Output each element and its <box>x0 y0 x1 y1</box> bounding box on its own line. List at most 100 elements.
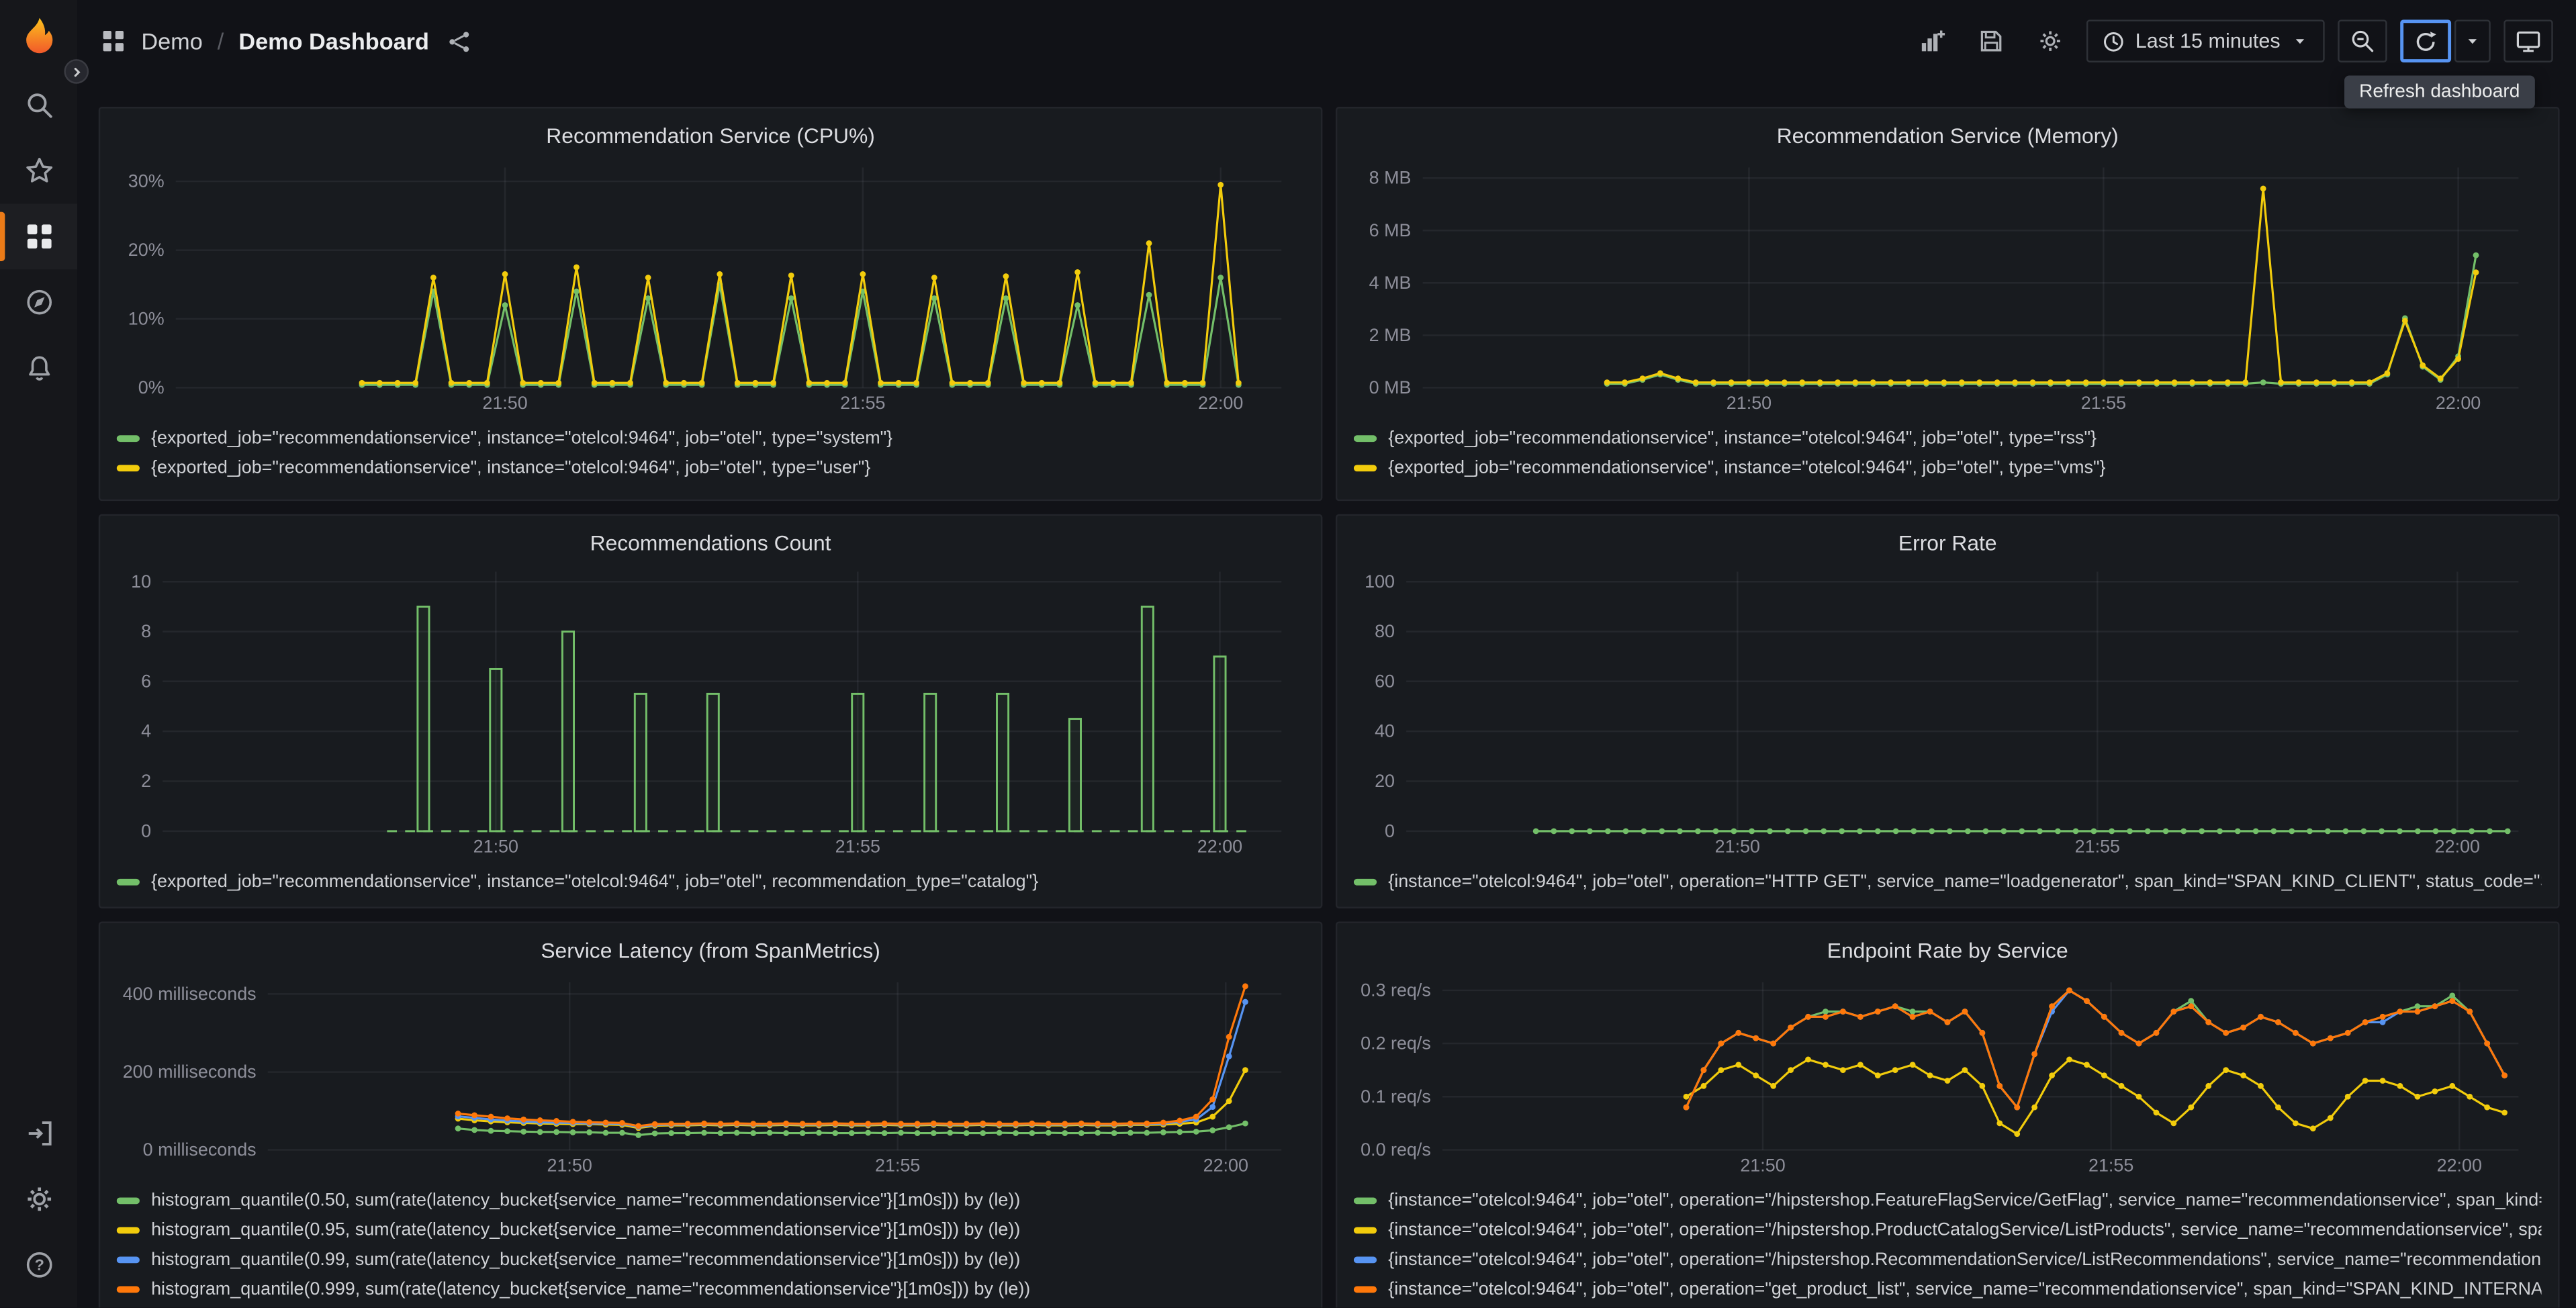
dashboard-settings-button[interactable] <box>2027 19 2073 62</box>
legend-item[interactable]: {instance="otelcol:9464", job="otel", op… <box>1353 1244 2542 1274</box>
sidebar-item-search[interactable] <box>0 73 77 138</box>
svg-text:4 MB: 4 MB <box>1369 273 1412 293</box>
panel-title[interactable]: Recommendation Service (Memory) <box>1354 118 2542 154</box>
breadcrumb-separator: / <box>217 28 224 54</box>
svg-text:21:50: 21:50 <box>1740 1154 1785 1174</box>
breadcrumb-folder[interactable]: Demo <box>141 28 202 54</box>
legend-item[interactable]: {exported_job="recommendationservice", i… <box>116 424 1305 453</box>
grafana-logo[interactable] <box>0 0 77 73</box>
sidebar-item-starred[interactable] <box>0 138 77 204</box>
legend-marker <box>116 878 140 886</box>
panel-memory: Recommendation Service (Memory) 0 MB 2 MB… <box>1335 107 2560 502</box>
legend-label: histogram_quantile(0.95, sum(rate(latenc… <box>151 1219 1021 1240</box>
monitor-icon <box>2516 31 2540 52</box>
svg-text:21:50: 21:50 <box>1715 836 1760 856</box>
svg-text:2 MB: 2 MB <box>1369 325 1412 345</box>
add-panel-button[interactable] <box>1908 19 1955 62</box>
legend-item[interactable]: histogram_quantile(0.99, sum(rate(latenc… <box>116 1244 1305 1274</box>
tv-mode-button[interactable] <box>2503 19 2553 62</box>
legend-marker <box>1353 1226 1377 1233</box>
legend-label: {instance="otelcol:9464", job="otel", op… <box>1388 1190 2542 1210</box>
sidebar-item-help[interactable]: ? <box>0 1232 77 1298</box>
bell-icon <box>28 356 50 381</box>
panel-title[interactable]: Recommendations Count <box>117 526 1305 558</box>
legend-label: {instance="otelcol:9464", job="otel", op… <box>1388 1219 2542 1240</box>
sidebar-expand-button[interactable] <box>64 59 89 84</box>
panel-title[interactable]: Endpoint Rate by Service <box>1354 933 2542 969</box>
legend: {exported_job="recommendationservice", i… <box>1353 424 2542 483</box>
toolbar: Last 15 minutes <box>1908 19 2553 62</box>
legend-label: {instance="otelcol:9464", job="otel", op… <box>1388 1278 2542 1299</box>
legend-item[interactable]: histogram_quantile(0.95, sum(rate(latenc… <box>116 1215 1305 1244</box>
panel-service-latency: Service Latency (from SpanMetrics) 0 mil… <box>98 921 1323 1308</box>
legend-item[interactable]: {exported_job="recommendationservice", i… <box>116 867 1305 894</box>
chart-endpoint-rate[interactable]: 0.0 req/s 0.1 req/s 0.2 req/s 0.3 req/s 21:5… <box>1354 968 2542 1175</box>
legend: {exported_job="recommendationservice", i… <box>116 424 1305 483</box>
panel-title[interactable]: Recommendation Service (CPU%) <box>117 118 1305 154</box>
legend-item[interactable]: {exported_job="recommendationservice", i… <box>1353 453 2542 483</box>
breadcrumb: Demo / Demo Dashboard <box>100 28 471 54</box>
panel-cpu: Recommendation Service (CPU%) 0% 10% 20% 30… <box>98 107 1323 502</box>
svg-text:10%: 10% <box>128 308 165 328</box>
refresh-interval-dropdown[interactable] <box>2454 19 2491 62</box>
panel-error-rate: Error Rate 0 20 40 60 80 100 21:50 21:55 22:00 {… <box>1335 514 2560 908</box>
legend-marker <box>116 465 140 472</box>
svg-text:21:55: 21:55 <box>2088 1154 2133 1174</box>
share-icon[interactable] <box>447 29 472 54</box>
panel-add-icon <box>1921 30 1945 52</box>
svg-text:22:00: 22:00 <box>1197 836 1242 856</box>
sidebar-item-sign-in[interactable] <box>0 1101 77 1166</box>
chart-error-rate[interactable]: 0 20 40 60 80 100 21:50 21:55 22:00 <box>1354 558 2542 857</box>
chart-recommendations-count[interactable]: 0 2 4 6 8 10 21:50 21:55 22:00 <box>117 558 1305 857</box>
legend-item[interactable]: {exported_job="recommendationservice", i… <box>116 453 1305 483</box>
legend-marker <box>1353 1256 1377 1263</box>
svg-text:0.3 req/s: 0.3 req/s <box>1361 979 1431 999</box>
legend: {instance="otelcol:9464", job="otel", op… <box>1353 867 2542 894</box>
legend: {exported_job="recommendationservice", i… <box>116 867 1305 894</box>
svg-text:22:00: 22:00 <box>2435 836 2480 856</box>
legend-label: {exported_job="recommendationservice", i… <box>1388 428 2097 449</box>
legend-item[interactable]: {instance="otelcol:9464", job="otel", op… <box>1353 1185 2542 1215</box>
legend-item[interactable]: {instance="otelcol:9464", job="otel", op… <box>1353 867 2542 894</box>
sidebar-item-alerting[interactable] <box>0 335 77 401</box>
legend-marker <box>116 1226 140 1233</box>
svg-text:0 milliseconds: 0 milliseconds <box>143 1139 257 1159</box>
chart-memory[interactable]: 0 MB 2 MB 4 MB 6 MB 8 MB 21:50 21:55 22:00 <box>1354 154 2542 414</box>
refresh-dashboard-button[interactable] <box>2400 19 2452 62</box>
sidebar-item-configuration[interactable] <box>0 1166 77 1232</box>
legend-label: histogram_quantile(0.999, sum(rate(laten… <box>151 1278 1031 1299</box>
panel-title[interactable]: Service Latency (from SpanMetrics) <box>117 933 1305 969</box>
panel-recommendations-count: Recommendations Count 0 2 4 6 8 10 21:50 21:55 2… <box>98 514 1323 908</box>
svg-text:4: 4 <box>141 720 151 741</box>
legend-item[interactable]: histogram_quantile(0.50, sum(rate(latenc… <box>116 1185 1305 1215</box>
sidebar-item-explore[interactable] <box>0 269 77 335</box>
panel-title[interactable]: Error Rate <box>1354 526 2542 558</box>
legend-item[interactable]: {instance="otelcol:9464", job="otel", op… <box>1353 1274 2542 1301</box>
svg-text:22:00: 22:00 <box>1203 1154 1248 1174</box>
time-range-picker[interactable]: Last 15 minutes <box>2086 19 2325 62</box>
svg-text:0.0 req/s: 0.0 req/s <box>1361 1139 1431 1159</box>
breadcrumb-dashboard-title[interactable]: Demo Dashboard <box>238 28 429 54</box>
svg-text:21:50: 21:50 <box>473 836 518 856</box>
svg-text:21:55: 21:55 <box>2075 836 2120 856</box>
legend-marker <box>1353 878 1377 886</box>
sidebar-item-dashboards[interactable] <box>0 203 77 269</box>
save-dashboard-button[interactable] <box>1968 19 2014 62</box>
clock-icon <box>2103 31 2123 51</box>
chart-service-latency[interactable]: 0 milliseconds 200 milliseconds 400 millis… <box>117 968 1305 1175</box>
sign-in-icon <box>28 1121 51 1146</box>
zoom-out-button[interactable] <box>2338 19 2387 62</box>
chart-cpu[interactable]: 0% 10% 20% 30% 21:50 21:55 22:00 <box>117 154 1305 414</box>
svg-text:20: 20 <box>1375 771 1395 791</box>
sidebar: ? <box>0 0 77 1308</box>
legend-marker <box>116 1256 140 1263</box>
legend-marker <box>116 1285 140 1293</box>
legend-marker <box>116 435 140 442</box>
legend-item[interactable]: {exported_job="recommendationservice", i… <box>1353 424 2542 453</box>
svg-text:200 milliseconds: 200 milliseconds <box>123 1061 257 1081</box>
svg-text:0: 0 <box>1385 821 1395 841</box>
svg-text:22:00: 22:00 <box>2437 1154 2482 1174</box>
legend-item[interactable]: histogram_quantile(0.999, sum(rate(laten… <box>116 1274 1305 1301</box>
legend-marker <box>1353 465 1377 472</box>
legend-item[interactable]: {instance="otelcol:9464", job="otel", op… <box>1353 1215 2542 1244</box>
